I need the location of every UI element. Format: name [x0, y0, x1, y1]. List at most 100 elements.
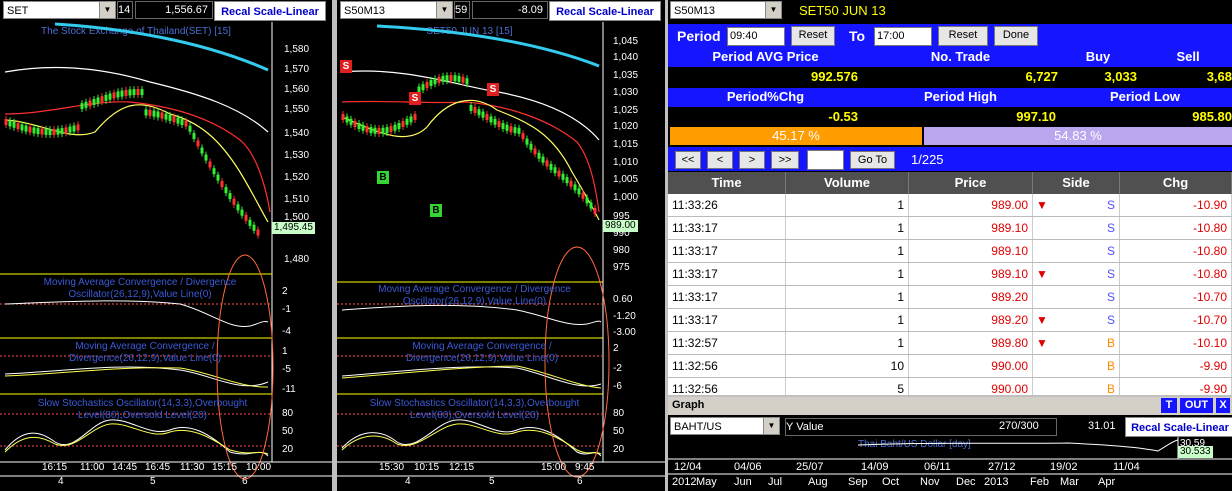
set-candles [4, 86, 260, 239]
trade-row[interactable]: 11:33:17 1 989.20 S -10.70 [668, 286, 1232, 309]
candle-body [529, 143, 533, 150]
candle-body [8, 120, 12, 127]
candle-body [60, 128, 64, 135]
chevron-down-icon[interactable]: ▼ [436, 2, 452, 18]
last-page-button[interactable]: >> [771, 151, 799, 169]
month-label: Jul [768, 476, 783, 488]
price-tick: 1,510 [284, 194, 310, 205]
chg-cell: -10.80 [1120, 240, 1232, 262]
time-cell: 11:33:17 [668, 286, 786, 308]
month-label: Apr [1098, 476, 1116, 488]
candle-body [204, 154, 208, 161]
set-symbol-select[interactable]: SET ▼ [3, 1, 116, 19]
trade-row[interactable]: 11:33:17 1 989.20 S -10.70 ▼ [668, 309, 1232, 332]
month-label: Feb [1030, 476, 1049, 488]
volume-cell: 1 [786, 194, 909, 216]
trade-row[interactable]: 11:32:56 5 990.00 B -9.90 [668, 378, 1232, 395]
s50-macd-osc-label: Moving Average Convergence / Divergence … [378, 284, 571, 307]
period-from-input[interactable]: 09:40 [727, 27, 785, 46]
candle-body [405, 118, 409, 125]
volume-cell: 1 [786, 240, 909, 262]
chevron-down-icon[interactable]: ▼ [99, 2, 115, 18]
period-to-input[interactable]: 17:00 [874, 27, 932, 46]
graph-t-button[interactable]: T [1161, 398, 1177, 413]
candle-body [220, 181, 224, 188]
price-tick: 1,030 [613, 87, 639, 98]
time-label: 11:30 [180, 462, 205, 473]
candle-body [36, 128, 40, 135]
col-volume[interactable]: Volume [786, 172, 909, 194]
trade-row[interactable]: 11:33:26 1 989.00 S -10.90 ▼ [668, 194, 1232, 217]
ticker-symbol-select[interactable]: S50M13 ▼ [670, 1, 782, 19]
s50-recal-scale-button[interactable]: Recal Scale-Linear [549, 1, 661, 21]
prev-page-button[interactable]: < [707, 151, 733, 169]
done-button[interactable]: Done [994, 26, 1038, 46]
candle-body [212, 168, 216, 175]
trade-row[interactable]: 11:32:57 1 989.80 B -10.10 ▼ [668, 332, 1232, 355]
candle-body [533, 148, 537, 155]
candle-body [112, 92, 116, 99]
candle-body [208, 161, 212, 168]
go-to-button[interactable]: Go To [850, 151, 895, 169]
time-label: 12:15 [449, 462, 475, 473]
price-cell: 989.20 [909, 286, 1033, 308]
candle-body [248, 219, 252, 226]
set-recal-scale-button[interactable]: Recal Scale-Linear [214, 1, 326, 21]
time-cell: 11:32:56 [668, 378, 786, 395]
col-time[interactable]: Time [668, 172, 786, 194]
time-cell: 11:33:17 [668, 217, 786, 239]
chevron-down-icon[interactable]: ▼ [765, 2, 781, 18]
page-input[interactable] [807, 150, 844, 170]
col-side[interactable]: Side [1033, 172, 1120, 194]
buy-sell-ratio-bar: 45.17 % 54.83 % [670, 127, 1232, 145]
graph-plot-area: Thai Baht/US Dollar [day] 30.59 30.533 1… [668, 437, 1232, 491]
chevron-down-icon[interactable]: ▼ [763, 418, 779, 434]
set-chart-toolbar: SET ▼ 14 1,556.67 Recal Scale-Linear [0, 0, 332, 22]
graph-symbol-select[interactable]: BAHT/US ▼ [670, 417, 780, 435]
candle-body [216, 174, 220, 181]
first-page-button[interactable]: << [675, 151, 701, 169]
volume-cell: 1 [786, 217, 909, 239]
candle-body [64, 127, 68, 134]
buy-value: 3,033 [1104, 69, 1137, 84]
price-tick: 980 [613, 245, 630, 256]
next-page-button[interactable]: > [739, 151, 765, 169]
indicator-tick: -3.00 [613, 327, 636, 338]
reset-to-button[interactable]: Reset [938, 26, 988, 46]
col-chg[interactable]: Chg [1120, 172, 1232, 194]
candle-body [525, 138, 529, 145]
col-price[interactable]: Price [909, 172, 1033, 194]
price-cell: 989.80 [909, 332, 1033, 354]
sell-signal-marker: S [487, 83, 499, 96]
set-value-b: 1,556.67 [135, 1, 213, 19]
trade-row[interactable]: 11:33:17 1 989.10 S -10.80 [668, 240, 1232, 263]
price-tick: 1,015 [613, 139, 639, 150]
to-label: To [849, 28, 866, 44]
candle-body [28, 126, 32, 133]
trade-row[interactable]: 11:33:17 1 989.10 S -10.80 [668, 217, 1232, 240]
down-arrow-icon: ▼ [1036, 198, 1048, 212]
s50-symbol-select[interactable]: S50M13 ▼ [340, 1, 453, 19]
candle-body [581, 192, 585, 199]
candle-body [16, 123, 20, 130]
graph-out-button[interactable]: OUT [1180, 398, 1213, 413]
candle-body [148, 109, 152, 116]
trade-row[interactable]: 11:32:56 10 990.00 B -9.90 [668, 355, 1232, 378]
indicator-tick: -11 [282, 384, 296, 395]
day-label: 6 [577, 476, 583, 487]
instrument-name: SET50 JUN 13 [799, 3, 886, 18]
close-icon[interactable]: X [1216, 398, 1230, 413]
candle-body [481, 111, 485, 118]
side-cell: S [1033, 217, 1120, 239]
candle-body [236, 204, 240, 211]
trade-row[interactable]: 11:33:17 1 989.10 S -10.80 ▼ [668, 263, 1232, 286]
set-value-a: 14 [117, 1, 133, 19]
candle-body [196, 140, 200, 147]
reset-from-button[interactable]: Reset [791, 26, 835, 46]
candle-body [244, 214, 248, 221]
s50-macd-label: Moving Average Convergence / Divergence(… [405, 341, 559, 364]
graph-recal-scale-button[interactable]: Recal Scale-Linear [1125, 417, 1232, 437]
s50-chart-panel: S50M13 ▼ 59 -8.09 Recal Scale-Linear SET… [337, 0, 665, 491]
candle-body [537, 152, 541, 159]
candle-body [4, 119, 8, 125]
